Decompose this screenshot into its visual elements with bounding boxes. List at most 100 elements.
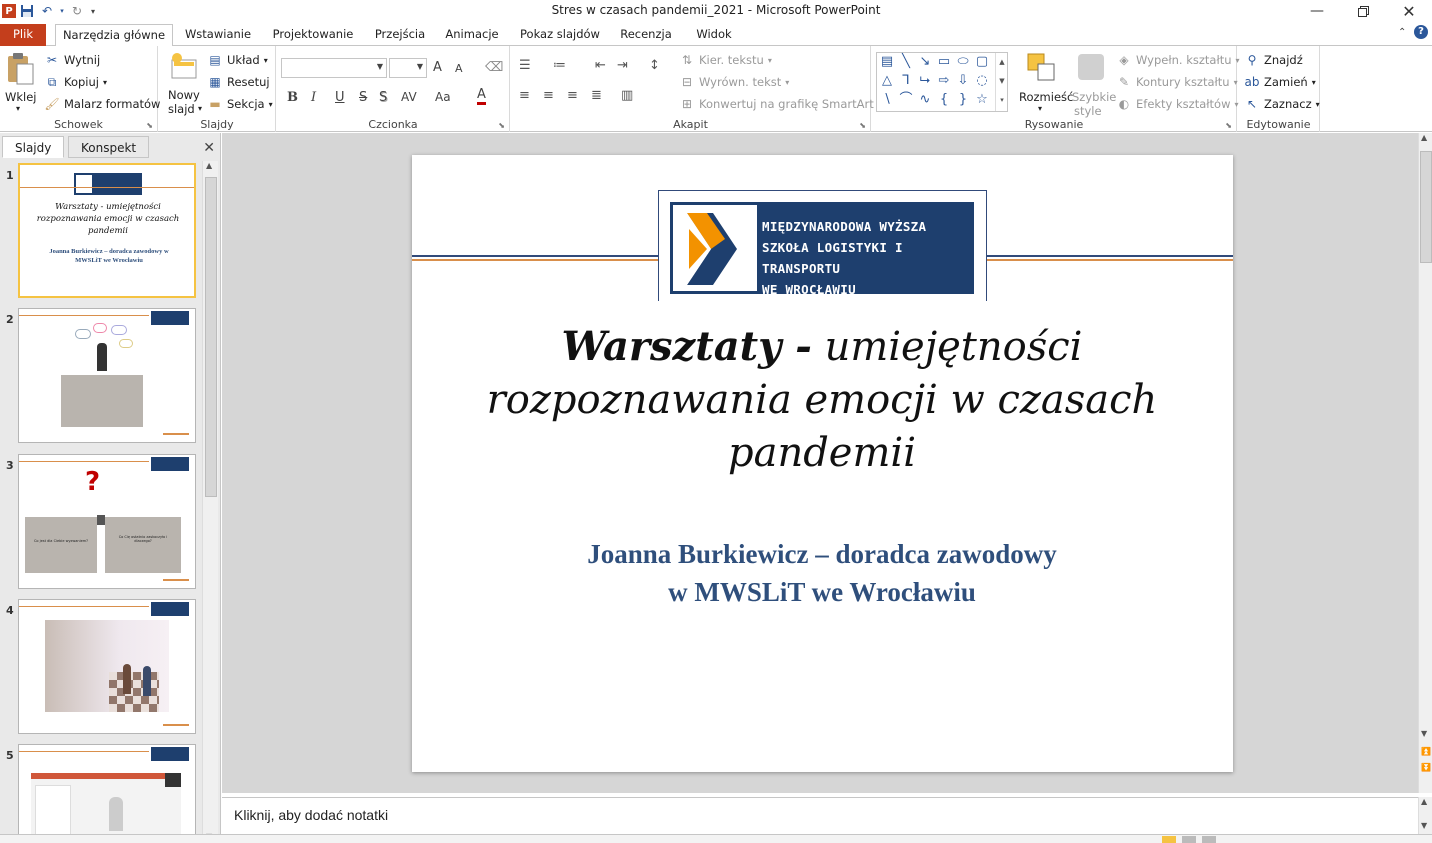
- slide-thumbnail-4[interactable]: [18, 599, 196, 734]
- shadow-button[interactable]: S: [379, 90, 387, 105]
- previous-slide-icon[interactable]: ⏫: [1421, 747, 1431, 756]
- star-shape-icon[interactable]: ☆: [973, 92, 991, 108]
- thumbnails-scroll-thumb[interactable]: [205, 177, 217, 497]
- scroll-down-icon[interactable]: ▼: [1421, 729, 1427, 738]
- replace-button[interactable]: ab Zamień ▾: [1244, 74, 1316, 90]
- tab-review[interactable]: Recenzja: [616, 24, 676, 46]
- layout-button[interactable]: ▤ Układ ▾: [207, 52, 267, 68]
- scroll-up-icon[interactable]: ▲: [206, 161, 212, 170]
- slide-thumbnail-1[interactable]: Warsztaty - umiejętności rozpoznawania e…: [18, 163, 196, 298]
- tab-insert[interactable]: Wstawianie: [180, 24, 256, 46]
- tab-slides[interactable]: Slajdy: [2, 136, 65, 158]
- editor-scroll-thumb[interactable]: [1420, 151, 1432, 263]
- select-button[interactable]: ↖ Zaznacz ▾: [1244, 96, 1320, 112]
- clipboard-launcher-icon[interactable]: ⬊: [146, 121, 153, 130]
- slide-thumbnail-5[interactable]: [18, 744, 196, 840]
- paragraph-launcher-icon[interactable]: ⬊: [859, 121, 866, 130]
- copy-button[interactable]: ⧉ Kopiuj ▾: [44, 74, 107, 90]
- bullets-icon[interactable]: ☰: [519, 58, 531, 73]
- tab-home[interactable]: Narzędzia główne: [55, 24, 173, 47]
- view-sorter-icon[interactable]: [1182, 836, 1196, 843]
- font-launcher-icon[interactable]: ⬊: [498, 121, 505, 130]
- cut-button[interactable]: ✂ Wytnij: [44, 52, 100, 68]
- down-arrow-shape-icon[interactable]: ⇩: [954, 73, 972, 89]
- tab-outline[interactable]: Konspekt: [68, 136, 150, 158]
- change-case-button[interactable]: Aa: [435, 90, 451, 104]
- triangle-shape-icon[interactable]: △: [878, 73, 896, 89]
- section-button[interactable]: ▬ Sekcja ▾: [207, 96, 272, 112]
- close-pane-icon[interactable]: ✕: [203, 140, 215, 156]
- align-center-icon[interactable]: ≡: [543, 88, 554, 103]
- textbox-shape-icon[interactable]: ▤: [878, 54, 896, 70]
- arc-shape-icon[interactable]: ∖: [878, 92, 896, 108]
- shapes-gallery[interactable]: ▤ ╲ ↘ ▭ ⬭ ▢ △ ⅂ ⮡ ⇨ ⇩ ◌ ∖ ⌒ ∿ { } ☆ ▲ ▼ ▾: [876, 52, 1008, 112]
- thumbnails-scrollbar[interactable]: ▲ ▼: [202, 161, 218, 841]
- underline-button[interactable]: U: [335, 90, 345, 105]
- bold-button[interactable]: B: [287, 90, 298, 105]
- strikethrough-button[interactable]: S: [359, 90, 367, 105]
- line-spacing-icon[interactable]: ↕: [649, 58, 660, 73]
- arrange-button[interactable]: Rozmieść ▾: [1016, 50, 1073, 116]
- oval-shape-icon[interactable]: ⬭: [954, 54, 972, 70]
- shape-fill-button[interactable]: ◈ Wypełn. kształtu ▾: [1116, 52, 1239, 68]
- shape-effects-button[interactable]: ◐ Efekty kształtów ▾: [1116, 96, 1239, 112]
- curve-shape-icon[interactable]: ⌒: [897, 92, 915, 108]
- rectangle-shape-icon[interactable]: ▭: [935, 54, 953, 70]
- university-logo[interactable]: MIĘDZYNARODOWA WYŻSZA SZKOŁA LOGISTYKI I…: [670, 202, 974, 297]
- font-name-combo[interactable]: ▼: [281, 58, 387, 78]
- align-text-button[interactable]: ⊟ Wyrówn. tekst ▾: [679, 74, 789, 90]
- paste-button[interactable]: Wklej ▾: [3, 50, 37, 114]
- slide-subtitle[interactable]: Joanna Burkiewicz – doradca zawodowy w M…: [472, 535, 1172, 611]
- grow-font-button[interactable]: A: [433, 60, 442, 75]
- brace-right-shape-icon[interactable]: }: [954, 92, 972, 108]
- scroll-up-icon[interactable]: ▲: [1421, 797, 1427, 806]
- scroll-up-icon[interactable]: ▲: [1421, 133, 1427, 142]
- freeform-shape-icon[interactable]: ∿: [916, 92, 934, 108]
- scroll-down-icon[interactable]: ▼: [1421, 821, 1427, 830]
- clear-format-icon[interactable]: ⌫: [485, 60, 503, 75]
- right-arrow-shape-icon[interactable]: ⇨: [935, 73, 953, 89]
- elbow-shape-icon[interactable]: ⅂: [897, 73, 915, 89]
- tab-animations[interactable]: Animacje: [441, 24, 503, 46]
- tab-view[interactable]: Widok: [688, 24, 740, 46]
- shrink-font-button[interactable]: A: [455, 62, 463, 75]
- notes-scrollbar[interactable]: ▲ ▼: [1418, 797, 1432, 834]
- minimize-ribbon-icon[interactable]: ⌃: [1398, 27, 1406, 38]
- rounded-rect-shape-icon[interactable]: ▢: [973, 54, 991, 70]
- format-painter-button[interactable]: 🖌 Malarz formatów: [44, 96, 160, 112]
- shapes-scroll[interactable]: ▲ ▼ ▾: [995, 53, 1008, 111]
- drawing-launcher-icon[interactable]: ⬊: [1225, 121, 1232, 130]
- italic-button[interactable]: I: [311, 90, 316, 105]
- minimize-button[interactable]: —: [1294, 0, 1340, 22]
- columns-icon[interactable]: ▥: [621, 88, 633, 103]
- view-normal-icon[interactable]: [1162, 836, 1176, 843]
- close-button[interactable]: ✕: [1386, 0, 1432, 22]
- reset-button[interactable]: ▦ Resetuj: [207, 74, 269, 90]
- char-spacing-button[interactable]: AV: [401, 90, 417, 104]
- decrease-indent-icon[interactable]: ⇤: [595, 58, 606, 73]
- font-color-button[interactable]: A: [477, 88, 486, 105]
- shape-outline-button[interactable]: ✎ Kontury kształtu ▾: [1116, 74, 1238, 90]
- font-size-combo[interactable]: ▼: [389, 58, 427, 78]
- slide-thumbnail-2[interactable]: [18, 308, 196, 443]
- editor-scrollbar[interactable]: ▲ ▼ ⏫ ⏬: [1418, 133, 1432, 793]
- elbow-arrow-shape-icon[interactable]: ⮡: [916, 73, 934, 89]
- next-slide-icon[interactable]: ⏬: [1421, 763, 1431, 772]
- align-left-icon[interactable]: ≡: [519, 88, 530, 103]
- line-shape-icon[interactable]: ╲: [897, 54, 915, 70]
- brace-left-shape-icon[interactable]: {: [935, 92, 953, 108]
- slide-thumbnail-3[interactable]: ? Co jest dla Ciebie wyzwaniem? Co Cię o…: [18, 454, 196, 589]
- slide-title[interactable]: Warsztaty - umiejętności rozpoznawania e…: [472, 320, 1172, 480]
- justify-icon[interactable]: ≣: [591, 88, 602, 103]
- tab-design[interactable]: Projektowanie: [268, 24, 358, 46]
- help-icon[interactable]: ?: [1414, 25, 1428, 39]
- notes-pane[interactable]: Kliknij, aby dodać notatki: [222, 797, 1418, 834]
- text-direction-button[interactable]: ⇅ Kier. tekstu ▾: [679, 52, 772, 68]
- smartart-button[interactable]: ⊞Konwertuj na grafikę SmartArt▾: [679, 96, 882, 112]
- new-slide-button[interactable]: Nowy slajd ▾: [164, 50, 204, 116]
- align-right-icon[interactable]: ≡: [567, 88, 578, 103]
- tab-slideshow[interactable]: Pokaz slajdów: [515, 24, 605, 46]
- tab-transitions[interactable]: Przejścia: [370, 24, 430, 46]
- increase-indent-icon[interactable]: ⇥: [617, 58, 628, 73]
- restore-button[interactable]: [1340, 0, 1386, 22]
